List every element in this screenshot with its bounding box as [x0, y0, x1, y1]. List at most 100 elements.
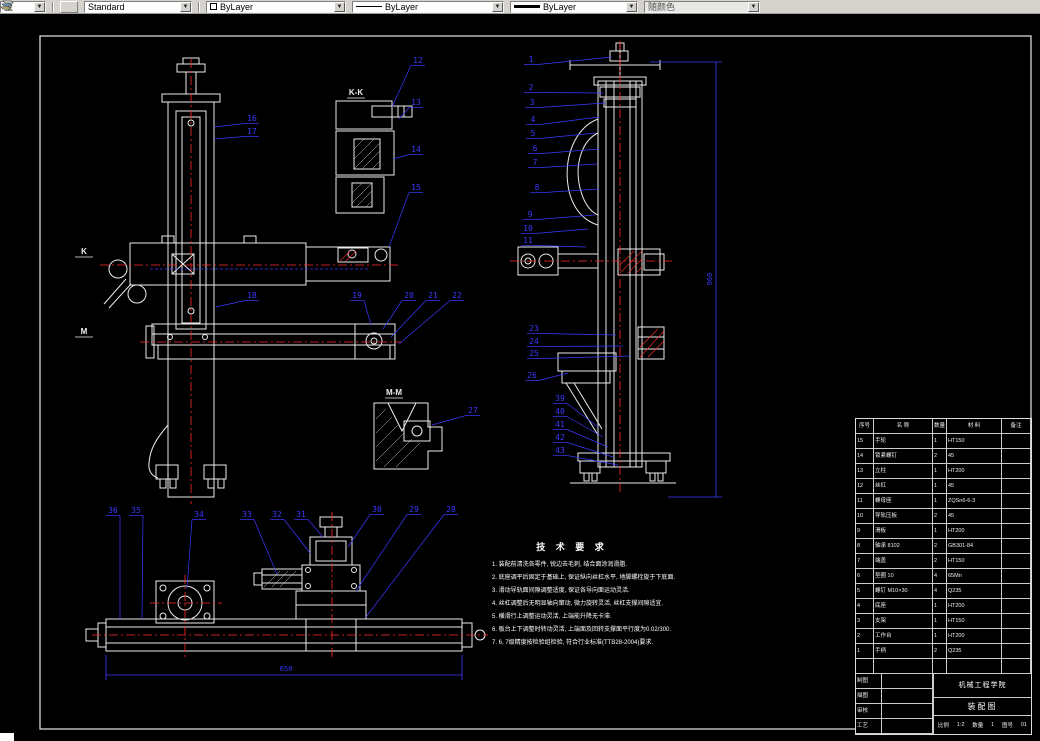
- parts-list-cell: 备注: [1002, 419, 1031, 433]
- toolbar-separator: [198, 1, 200, 12]
- parts-list-cell: 14: [856, 449, 874, 463]
- parts-list-cell: HT150: [947, 614, 1002, 628]
- color-control-combo[interactable]: ByLayer ▼: [206, 0, 346, 13]
- layer-properties-button[interactable]: [0, 0, 78, 13]
- plotstyle-control-combo[interactable]: 随颜色 ▼: [644, 0, 760, 13]
- linetype-control-combo[interactable]: ByLayer ▼: [352, 0, 504, 13]
- view-label-M: M: [81, 327, 88, 336]
- callout-22: 22: [452, 291, 462, 300]
- signature-label: 描图: [856, 689, 882, 704]
- parts-list-cell: 1: [933, 629, 947, 643]
- qty-label: 数量: [972, 723, 984, 729]
- chevron-down-icon[interactable]: ▼: [492, 1, 503, 12]
- parts-list-cell: 底座: [874, 599, 933, 613]
- organization-name: 机械工程学院: [934, 674, 1031, 698]
- scale-value: 1:2: [956, 722, 965, 728]
- callout-9: 9: [528, 210, 533, 219]
- chevron-down-icon[interactable]: ▼: [626, 1, 637, 12]
- parts-list-cell: 1: [933, 599, 947, 613]
- scale-label: 比例: [937, 723, 949, 729]
- callout-2: 2: [529, 83, 534, 92]
- layers-icon: [0, 0, 14, 10]
- parts-list-row: 1 手柄 2 Q235: [856, 644, 1031, 659]
- chevron-down-icon[interactable]: ▼: [180, 1, 191, 12]
- parts-list-cell: Q235: [947, 584, 1002, 598]
- parts-list-cell: [933, 659, 947, 673]
- parts-list-cell: 手柄: [874, 644, 933, 658]
- lineweight-control-combo[interactable]: ByLayer ▼: [510, 0, 638, 13]
- parts-list-row: [856, 659, 1031, 674]
- callout-36: 36: [108, 506, 118, 515]
- sheet-label: 图号: [1002, 723, 1014, 729]
- parts-list-cell: [1002, 599, 1031, 613]
- parts-list-cell: 6: [856, 569, 874, 583]
- callout-34: 34: [194, 510, 204, 519]
- callout-13: 13: [411, 98, 421, 107]
- view-label-M-M: M-M: [386, 388, 402, 397]
- callout-28: 28: [446, 505, 456, 514]
- parts-list-cell: 名 称: [874, 419, 933, 433]
- callout-25: 25: [529, 349, 539, 358]
- title-block-footer: 制图 描图 审核 工艺 机械工程学院 装配图 比例 1:2 数量 1 图号 01: [856, 674, 1031, 734]
- parts-list-cell: 2: [933, 539, 947, 553]
- parts-list-cell: 导轨压板: [874, 509, 933, 523]
- callout-27: 27: [468, 406, 478, 415]
- document-type: 装配图: [934, 698, 1031, 716]
- view-label-K-K: K-K: [349, 88, 363, 97]
- callout-21: 21: [428, 291, 438, 300]
- lineweight-control-value: ByLayer: [543, 1, 577, 12]
- callout-10: 10: [523, 224, 533, 233]
- text-style-combo[interactable]: Standard ▼: [84, 0, 192, 13]
- view-label-K: K: [81, 247, 87, 256]
- callout-43: 43: [555, 446, 565, 455]
- drawing-canvas[interactable]: 16 17 18 19 20 21 22 12 13 14 15 1 2 3 4 5 6 7 8 9 10 11 23 24 2…: [0, 14, 1040, 741]
- parts-list-row: 13 立柱 1 HT200: [856, 464, 1031, 479]
- chevron-down-icon[interactable]: ▼: [34, 1, 45, 12]
- parts-list-cell: Q235: [947, 644, 1002, 658]
- parts-list-cell: [1002, 659, 1031, 673]
- parts-list-cell: 1: [933, 494, 947, 508]
- callout-33: 33: [242, 510, 252, 519]
- sheet-value: 01: [1020, 722, 1028, 728]
- note-line: 3. 滑动导轨面间隙调整适度, 保证各导向面运动灵活.: [492, 588, 630, 594]
- signature-label: 制图: [856, 674, 882, 689]
- parts-list-row: 5 螺钉 M10×30 4 Q235: [856, 584, 1031, 599]
- parts-list-cell: 滑板: [874, 524, 933, 538]
- signature-label: 审核: [856, 704, 882, 719]
- parts-list-cell: 支架: [874, 614, 933, 628]
- parts-list-cell: HT150: [947, 434, 1002, 448]
- technical-notes: 技 术 要 求 1. 装配前清洗各零件, 锐边去毛刺, 结合面涂润滑脂. 2. 底…: [492, 540, 712, 650]
- parts-list-row: 4 底座 1 HT200: [856, 599, 1031, 614]
- parts-list-row: 10 导轨压板 2 45: [856, 509, 1031, 524]
- parts-list-cell: 2: [933, 509, 947, 523]
- parts-list-row: 6 垫圈 10 4 65Mn: [856, 569, 1031, 584]
- callout-16: 16: [247, 114, 257, 123]
- parts-list-cell: 螺母座: [874, 494, 933, 508]
- parts-list-row: 3 支架 1 HT150: [856, 614, 1031, 629]
- callout-5: 5: [531, 129, 536, 138]
- parts-list-cell: 45: [947, 449, 1002, 463]
- plotstyle-control-value: 随颜色: [648, 2, 676, 12]
- chevron-down-icon[interactable]: ▼: [334, 1, 345, 12]
- parts-list-cell: HT150: [947, 554, 1002, 568]
- parts-list-row: 15 手轮 1 HT150: [856, 434, 1031, 449]
- signature-value: [882, 704, 933, 719]
- callout-26: 26: [527, 371, 537, 380]
- note-line: 4. 丝杠调整后无明显轴向窜动, 微力旋转灵活, 丝杠支撑间隙适宜.: [492, 601, 664, 607]
- parts-list-row: 9 滑板 1 HT200: [856, 524, 1031, 539]
- chevron-down-icon[interactable]: ▼: [748, 1, 759, 12]
- callout-18: 18: [247, 291, 257, 300]
- parts-list-cell: 5: [856, 584, 874, 598]
- linetype-control-value: ByLayer: [385, 1, 419, 12]
- callout-15: 15: [411, 183, 421, 192]
- parts-list-cell: [1002, 524, 1031, 538]
- parts-list-cell: 工作台: [874, 629, 933, 643]
- notes-lines: 1. 装配前清洗各零件, 锐边去毛刺, 结合面涂润滑脂. 2. 底座调平后固定于基…: [492, 559, 712, 650]
- command-line-fragment: [0, 733, 14, 741]
- color-swatch: [210, 3, 217, 10]
- parts-list-cell: 1: [933, 464, 947, 478]
- parts-list-cell: [1002, 539, 1031, 553]
- note-line: 5. 横滑行上调整运动灵活, 上端能升降无卡滞.: [492, 614, 612, 620]
- parts-list-row: 序号名 称数量材 料备注: [856, 419, 1031, 434]
- callout-7: 7: [533, 158, 538, 167]
